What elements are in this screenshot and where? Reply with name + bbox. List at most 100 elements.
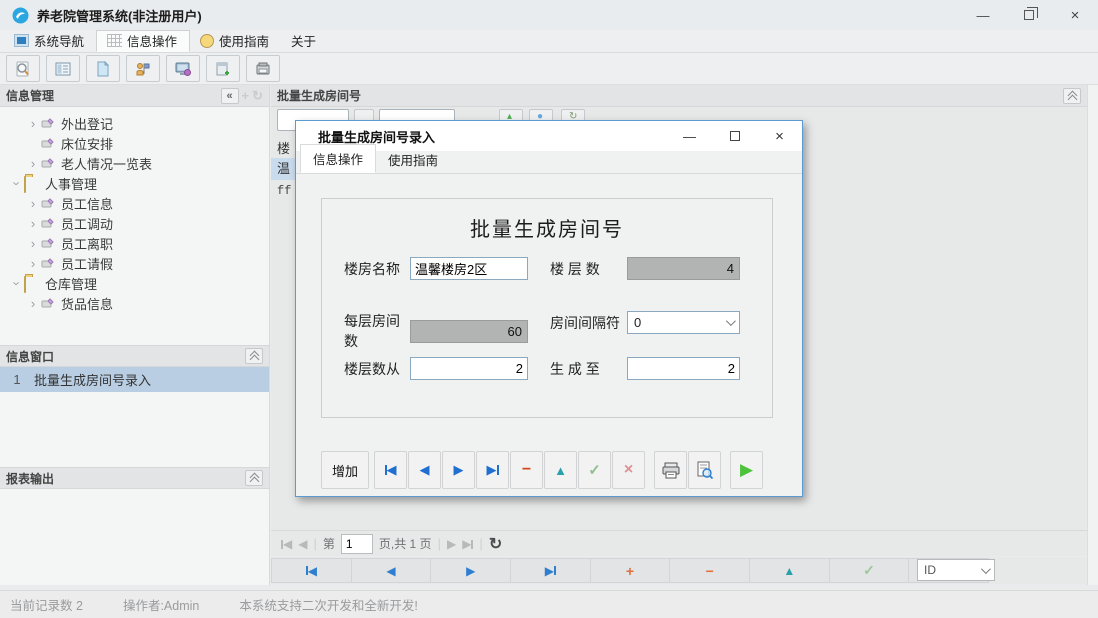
last-record-button[interactable]: ▶: [476, 451, 509, 489]
record-prev-button[interactable]: ◀: [352, 559, 432, 582]
confirm-icon: ✓: [588, 461, 601, 479]
cancel-button[interactable]: ×: [612, 451, 645, 489]
next-record-button[interactable]: ▶: [442, 451, 475, 489]
tree-item-employee-resignation[interactable]: › 员工离职: [0, 233, 269, 253]
add-record-icon: +: [626, 563, 634, 579]
prev-record-button[interactable]: ◀: [408, 451, 441, 489]
record-last-button[interactable]: ▶: [511, 559, 591, 582]
edit-record-icon: ▲: [783, 564, 795, 578]
tree-item-employee-transfer[interactable]: › 员工调动: [0, 213, 269, 233]
record-add-button[interactable]: +: [591, 559, 671, 582]
delete-button[interactable]: −: [510, 451, 543, 489]
status-message: 本系统支持二次开发和全新开发!: [239, 595, 417, 614]
navigation-tree: › 外出登记 床位安排 › 老人情况一览表 › 人事管理 › 员工信息 › 员工…: [0, 107, 269, 345]
collapse-icon[interactable]: ›: [10, 276, 25, 290]
expand-icon[interactable]: ›: [26, 236, 40, 251]
record-confirm-button[interactable]: ✓: [830, 559, 910, 582]
tree-item-employee-info[interactable]: › 员工信息: [0, 193, 269, 213]
main-right-splitter[interactable]: [1087, 85, 1098, 585]
expand-icon[interactable]: ›: [26, 116, 40, 131]
execute-button[interactable]: ▶: [730, 451, 763, 489]
search-button[interactable]: [6, 55, 40, 82]
collapse-icon[interactable]: ›: [10, 176, 25, 190]
page-number-input[interactable]: [341, 534, 373, 554]
prev-page-button[interactable]: ◀: [298, 537, 307, 551]
next-page-button[interactable]: ▶: [447, 537, 456, 551]
module-icon: [40, 117, 56, 130]
dialog-maximize-button[interactable]: [712, 121, 757, 151]
selected-row-fragment: 温: [277, 161, 290, 176]
first-record-button[interactable]: ◀: [374, 451, 407, 489]
window-index: 1: [0, 372, 34, 387]
add-window-button[interactable]: [206, 55, 240, 82]
edit-button[interactable]: ▲: [544, 451, 577, 489]
tree-item-elder-overview[interactable]: › 老人情况一览表: [0, 153, 269, 173]
menu-label: 使用指南: [219, 31, 269, 50]
record-next-button[interactable]: ▶: [431, 559, 511, 582]
expand-icon[interactable]: ›: [26, 156, 40, 171]
tree-item-outing-log[interactable]: › 外出登记: [0, 113, 269, 133]
close-button[interactable]: ×: [1052, 0, 1098, 30]
tree-item-employee-leave[interactable]: › 员工请假: [0, 253, 269, 273]
output-button[interactable]: [246, 55, 280, 82]
window-label: 批量生成房间号录入: [34, 370, 151, 389]
dialog-close-button[interactable]: ×: [757, 121, 802, 151]
record-first-button[interactable]: ◀: [272, 559, 352, 582]
panel-title: 报表输出: [6, 470, 54, 487]
generate-to-input[interactable]: [627, 357, 740, 380]
tree-folder-hr-management[interactable]: › 人事管理: [0, 173, 269, 193]
collapse-windows-panel-button[interactable]: [245, 348, 263, 364]
last-page-button[interactable]: ▶: [462, 537, 473, 551]
personnel-button[interactable]: [126, 55, 160, 82]
reload-grid-button[interactable]: ↻: [489, 534, 502, 554]
record-delete-button[interactable]: −: [670, 559, 750, 582]
tree-item-bed-assignment[interactable]: 床位安排: [0, 133, 269, 153]
monitor-icon: [174, 60, 192, 78]
sidebar: 信息管理 « + ↻ › 外出登记 床位安排 › 老人情况一览表 › 人事管理: [0, 85, 270, 585]
collapse-main-panel-button[interactable]: [1063, 88, 1081, 104]
info-management-panel-header: 信息管理 « + ↻: [0, 85, 269, 107]
menu-user-guide[interactable]: 使用指南: [190, 30, 281, 52]
floor-from-label: 楼层数从: [344, 359, 410, 379]
dialog-minimize-button[interactable]: —: [667, 121, 712, 151]
refresh-icon: ↻: [252, 88, 263, 104]
expand-icon[interactable]: ›: [26, 256, 40, 271]
building-name-input[interactable]: [410, 257, 528, 280]
add-button-label: 增加: [332, 461, 358, 480]
form-view-button[interactable]: [46, 55, 80, 82]
monitor-button[interactable]: [166, 55, 200, 82]
confirm-record-icon: ✓: [863, 562, 875, 579]
preview-button[interactable]: [688, 451, 721, 489]
menu-info-operation[interactable]: 信息操作: [96, 30, 190, 52]
confirm-button[interactable]: ✓: [578, 451, 611, 489]
grid-selected-row[interactable]: 温: [271, 158, 295, 180]
tree-item-goods-info[interactable]: › 货品信息: [0, 293, 269, 313]
first-page-button[interactable]: ◀: [281, 537, 292, 551]
expand-icon[interactable]: ›: [26, 296, 40, 311]
floor-from-input[interactable]: [410, 357, 528, 380]
print-button[interactable]: [654, 451, 687, 489]
page-prefix-label: 第: [323, 535, 335, 552]
expand-icon[interactable]: ›: [26, 196, 40, 211]
record-next-icon: ▶: [466, 564, 475, 578]
open-window-item[interactable]: 1 批量生成房间号录入: [0, 367, 269, 392]
record-edit-button[interactable]: ▲: [750, 559, 830, 582]
dialog-tab-user-guide[interactable]: 使用指南: [376, 146, 450, 173]
expand-icon[interactable]: ›: [26, 216, 40, 231]
collapse-sidebar-button[interactable]: «: [221, 88, 239, 104]
dialog-tab-info-operation[interactable]: 信息操作: [300, 144, 376, 173]
collapse-reports-panel-button[interactable]: [245, 470, 263, 486]
separator-select[interactable]: 0: [627, 311, 740, 334]
minimize-button[interactable]: —: [960, 0, 1006, 30]
restore-button[interactable]: [1006, 0, 1052, 30]
menu-about[interactable]: 关于: [281, 30, 328, 52]
tree-folder-warehouse-management[interactable]: › 仓库管理: [0, 273, 269, 293]
menu-system-nav[interactable]: 系统导航: [4, 30, 96, 52]
sort-field-value: ID: [924, 563, 936, 577]
sort-field-select[interactable]: ID: [917, 559, 995, 581]
last-page-icon: ▶: [462, 537, 471, 551]
document-button[interactable]: [86, 55, 120, 82]
tree-label: 仓库管理: [45, 274, 97, 293]
add-button[interactable]: 增加: [321, 451, 369, 489]
chevron-down-icon: [981, 564, 991, 574]
